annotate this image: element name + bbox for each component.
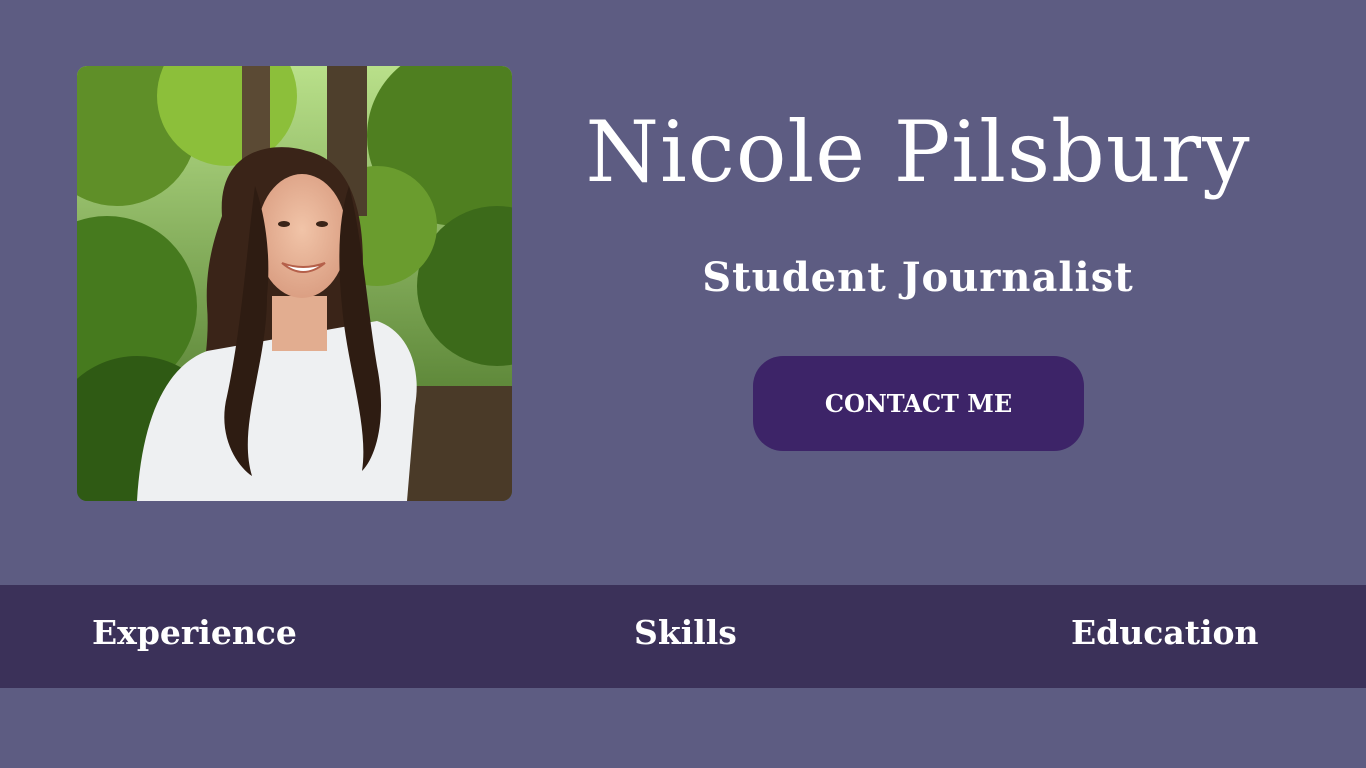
profile-photo xyxy=(77,66,512,501)
nav-link-experience[interactable]: Experience xyxy=(92,585,297,688)
subtitle-role: Student Journalist xyxy=(702,254,1134,301)
section-nav: Experience Skills Education xyxy=(0,585,1366,688)
nav-link-education[interactable]: Education xyxy=(1071,585,1258,688)
nav-link-skills[interactable]: Skills xyxy=(634,585,737,688)
contact-me-button[interactable]: CONTACT ME xyxy=(753,356,1084,451)
page: Nicole Pilsbury Student Journalist CONTA… xyxy=(0,0,1366,768)
profile-photo-image xyxy=(77,66,512,501)
page-title: Nicole Pilsbury xyxy=(585,103,1251,201)
